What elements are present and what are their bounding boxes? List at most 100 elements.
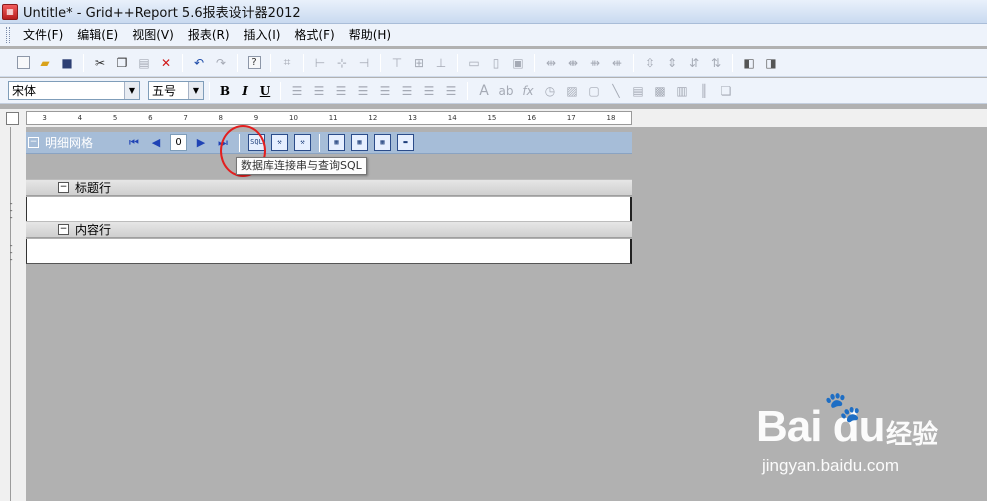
field-box-tool[interactable]: ab <box>497 82 515 100</box>
menu-insert[interactable]: 插入(I) <box>237 25 288 45</box>
align-middle-icon[interactable]: ⊞ <box>410 54 428 72</box>
vspace-equal-icon[interactable]: ⇳ <box>641 54 659 72</box>
redo-icon[interactable]: ↷ <box>212 54 230 72</box>
grid-keyboard-icon[interactable]: ▬ <box>397 134 414 151</box>
same-height-icon[interactable]: ▯ <box>487 54 505 72</box>
toolbar-separator <box>237 53 238 72</box>
delete-icon[interactable]: ✕ <box>157 54 175 72</box>
ruler-label: 15 <box>487 114 497 122</box>
page-number-field[interactable]: 0 <box>170 134 187 151</box>
toolbar-separator <box>280 81 281 100</box>
collapse-icon[interactable]: − <box>58 182 69 193</box>
ruler-label: 18 <box>606 114 616 122</box>
text-wrap-icon[interactable]: ☰ <box>420 82 438 100</box>
align-left-icon[interactable]: ⊢ <box>311 54 329 72</box>
hspace-decrease-icon[interactable]: ⇻ <box>586 54 604 72</box>
same-width-icon[interactable]: ▭ <box>465 54 483 72</box>
hspace-remove-icon[interactable]: ⇺ <box>608 54 626 72</box>
font-name-value: 宋体 <box>12 84 37 98</box>
field-columns-icon[interactable]: ⚒ <box>271 134 288 151</box>
subreport-icon[interactable]: ❏ <box>717 82 735 100</box>
align-top-icon[interactable]: ⊤ <box>388 54 406 72</box>
line-tool-icon[interactable]: ╲ <box>607 82 625 100</box>
text-align-center-icon[interactable]: ☰ <box>310 82 328 100</box>
text-valign-top-icon[interactable]: ☰ <box>354 82 372 100</box>
text-justify-icon[interactable]: ☰ <box>442 82 460 100</box>
band-body-title[interactable] <box>26 197 632 222</box>
chart-icon[interactable]: ▥ <box>673 82 691 100</box>
underline-button[interactable]: U <box>255 84 275 98</box>
report-app-icon[interactable]: ▦ <box>2 3 18 20</box>
vspace-increase-icon[interactable]: ⇕ <box>663 54 681 72</box>
send-back-icon[interactable]: ◨ <box>762 54 780 72</box>
toolbar-separator <box>380 53 381 72</box>
align-grid-icon[interactable]: ⌗ <box>278 54 296 72</box>
horizontal-ruler: 3 4 5 6 7 8 9 10 11 12 13 14 15 16 17 18 <box>26 111 632 125</box>
image-icon[interactable]: ▩ <box>651 82 669 100</box>
copy-icon[interactable]: ❐ <box>113 54 131 72</box>
hspace-increase-icon[interactable]: ⇼ <box>564 54 582 72</box>
prev-page-icon[interactable]: ◀ <box>145 136 167 149</box>
menu-help[interactable]: 帮助(H) <box>342 25 398 45</box>
ruler-corner-box[interactable] <box>6 112 19 125</box>
menu-view[interactable]: 视图(V) <box>125 25 181 45</box>
band-label: 内容行 <box>75 223 112 237</box>
menu-grip[interactable] <box>6 27 10 43</box>
collapse-icon[interactable]: − <box>58 224 69 235</box>
align-right-icon[interactable]: ⊣ <box>355 54 373 72</box>
memo-box-icon[interactable]: ▤ <box>629 82 647 100</box>
italic-button[interactable]: I <box>235 84 255 98</box>
band-ruler-content: --- <box>10 242 13 264</box>
text-align-left-icon[interactable]: ☰ <box>288 82 306 100</box>
toolbar-separator <box>534 53 535 72</box>
text-valign-bottom-icon[interactable]: ☰ <box>398 82 416 100</box>
font-size-select[interactable]: 五号 ▼ <box>148 81 204 100</box>
vspace-remove-icon[interactable]: ⇅ <box>707 54 725 72</box>
save-icon[interactable]: ■ <box>58 54 76 72</box>
cut-icon[interactable]: ✂ <box>91 54 109 72</box>
menu-edit[interactable]: 编辑(E) <box>70 25 125 45</box>
grid-column-icon[interactable]: ▦ <box>328 134 345 151</box>
toolbar-separator <box>303 53 304 72</box>
undo-icon[interactable]: ↶ <box>190 54 208 72</box>
grid-cell-icon[interactable]: ▦ <box>374 134 391 151</box>
toolbar-separator <box>83 53 84 72</box>
chevron-down-icon[interactable]: ▼ <box>124 82 139 99</box>
align-bottom-icon[interactable]: ⊥ <box>432 54 450 72</box>
help-icon[interactable]: ? <box>245 54 263 72</box>
chevron-down-icon[interactable]: ▼ <box>188 82 203 99</box>
grid-row-icon[interactable]: ▦ <box>351 134 368 151</box>
menu-report[interactable]: 报表(R) <box>181 25 237 45</box>
group-settings-icon[interactable]: ⚒ <box>294 134 311 151</box>
text-valign-middle-icon[interactable]: ☰ <box>376 82 394 100</box>
menu-file[interactable]: 文件(F) <box>16 25 70 45</box>
bold-button[interactable]: B <box>215 84 235 98</box>
text-align-right-icon[interactable]: ☰ <box>332 82 350 100</box>
band-header-content[interactable]: − 内容行 <box>26 221 632 238</box>
font-name-select[interactable]: 宋体 ▼ <box>8 81 140 100</box>
open-folder-icon[interactable]: ▰ <box>36 54 54 72</box>
rect-tool-icon[interactable]: ▢ <box>585 82 603 100</box>
clock-icon[interactable]: ◷ <box>541 82 559 100</box>
picture-box-icon[interactable]: ▨ <box>563 82 581 100</box>
first-page-icon[interactable]: ⏮ <box>123 136 145 150</box>
formula-tool[interactable]: fx <box>519 82 537 100</box>
vspace-decrease-icon[interactable]: ⇵ <box>685 54 703 72</box>
paste-icon[interactable]: ▤ <box>135 54 153 72</box>
menu-format[interactable]: 格式(F) <box>287 25 341 45</box>
band-body-content[interactable] <box>26 239 632 264</box>
barcode-icon[interactable]: ║ <box>695 82 713 100</box>
margin-line <box>10 127 11 501</box>
new-file-icon[interactable] <box>14 54 32 72</box>
next-page-icon[interactable]: ▶ <box>190 136 212 149</box>
bring-front-icon[interactable]: ◧ <box>740 54 758 72</box>
collapse-icon[interactable]: − <box>28 137 39 148</box>
same-size-icon[interactable]: ▣ <box>509 54 527 72</box>
band-header-title[interactable]: − 标题行 <box>26 179 632 196</box>
ruler-label: 11 <box>328 114 338 122</box>
static-text-tool[interactable]: A <box>475 82 493 100</box>
toolbar-separator <box>732 53 733 72</box>
align-center-icon[interactable]: ⊹ <box>333 54 351 72</box>
toolbar-separator <box>457 53 458 72</box>
hspace-equal-icon[interactable]: ⇹ <box>542 54 560 72</box>
